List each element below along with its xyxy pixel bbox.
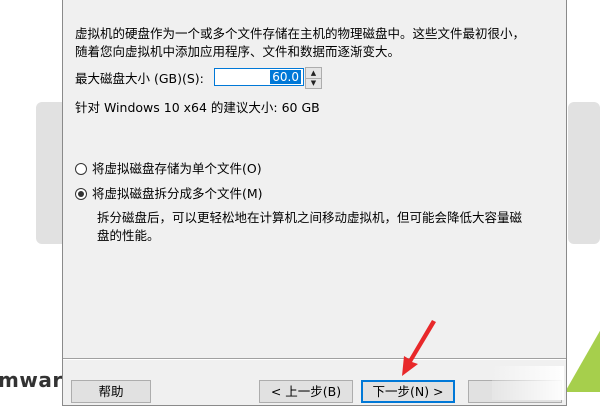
new-vm-wizard-dialog: 虚拟机的硬盘作为一个或多个文件存储在主机的物理磁盘中。这些文件最初很小， 随着您… xyxy=(62,0,567,406)
footer-separator xyxy=(63,358,566,360)
vmware-logo: mwar xyxy=(0,368,63,392)
annotation-arrow-icon xyxy=(402,320,436,376)
description-line-2: 随着您向虚拟机中添加应用程序、文件和数据而逐渐变大。 xyxy=(75,44,401,59)
spin-down-icon[interactable]: ▼ xyxy=(306,78,321,88)
disk-size-spinner[interactable]: ▲ ▼ xyxy=(305,67,322,89)
store-single-file-radio[interactable] xyxy=(75,163,87,175)
max-disk-size-input[interactable]: 60.0 xyxy=(214,68,304,86)
background-green-shape xyxy=(565,322,600,392)
split-description-line-1: 拆分磁盘后，可以更轻松地在计算机之间移动虚拟机，但可能会降低大容量磁 xyxy=(97,210,523,225)
max-disk-size-value: 60.0 xyxy=(270,70,301,84)
background-panel-right xyxy=(568,102,600,244)
split-description-line-2: 盘的性能。 xyxy=(97,228,160,243)
description-line-1: 虚拟机的硬盘作为一个或多个文件存储在主机的物理磁盘中。这些文件最初很小， xyxy=(75,26,526,41)
recommended-size-text: 针对 Windows 10 x64 的建议大小: 60 GB xyxy=(75,100,320,115)
wizard-body: 虚拟机的硬盘作为一个或多个文件存储在主机的物理磁盘中。这些文件最初很小， 随着您… xyxy=(63,0,566,358)
store-single-file-label[interactable]: 将虚拟磁盘存储为单个文件(O) xyxy=(92,160,262,178)
max-disk-size-label: 最大磁盘大小 (GB)(S): xyxy=(75,71,204,86)
split-multiple-files-radio[interactable] xyxy=(75,188,87,200)
watermark-fade xyxy=(492,366,564,400)
split-multiple-files-label[interactable]: 将虚拟磁盘拆分成多个文件(M) xyxy=(92,185,263,203)
